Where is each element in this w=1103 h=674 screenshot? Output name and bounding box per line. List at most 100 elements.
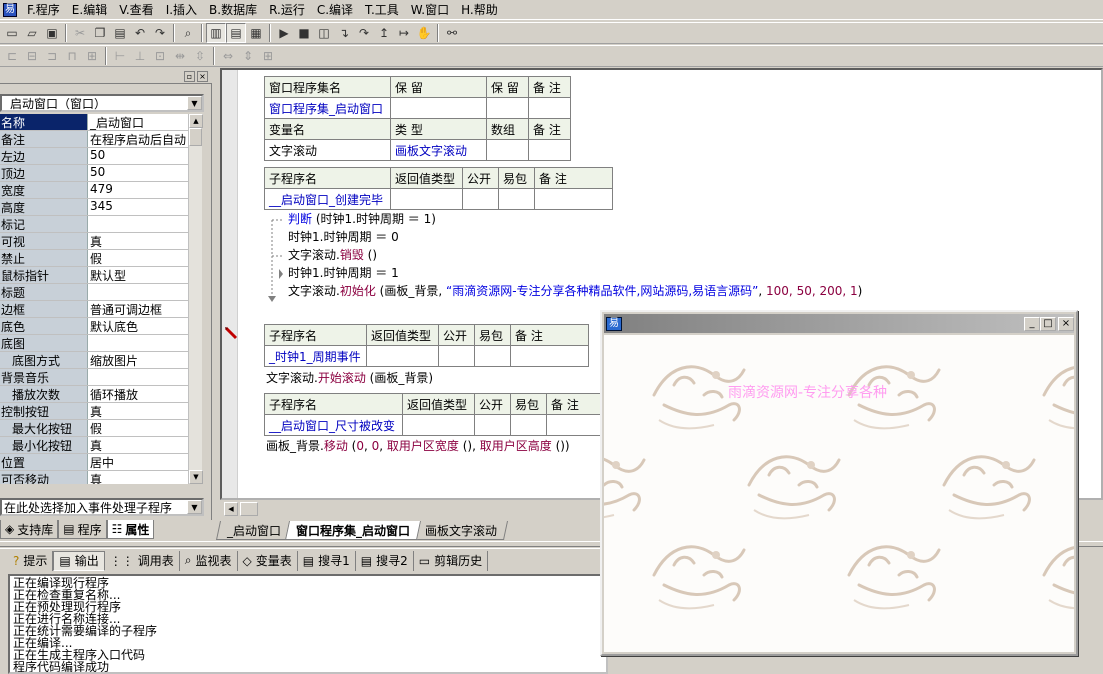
output-log[interactable]: 正在编译现行程序 正在检查重复名称... 正在预处理现行程序 正在进行名称连接... 正… <box>8 574 608 674</box>
property-row[interactable]: 可否移动真 <box>0 471 202 484</box>
menu-window[interactable]: W.窗口 <box>405 1 455 19</box>
subroutine-name-cell[interactable]: __启动窗口_尺寸被改变 <box>264 414 403 436</box>
property-row[interactable]: 底色 默认底色 <box>0 318 202 335</box>
same-size-icon[interactable]: ⊡ <box>150 46 170 66</box>
tab-output[interactable]: ▤ 输出 <box>53 550 105 571</box>
menu-view[interactable]: V.查看 <box>113 1 159 19</box>
property-row[interactable]: 标题 <box>0 284 202 301</box>
tab-canvas-scroll[interactable]: 画板文字滚动 <box>414 521 509 540</box>
align-center-icon[interactable]: ⊟ <box>22 46 42 66</box>
hand-icon[interactable]: ✋ <box>414 23 434 43</box>
property-row[interactable]: 控制按钮真 <box>0 403 202 420</box>
tab-startup-window[interactable]: _启动窗口 <box>215 521 293 540</box>
table-cell[interactable] <box>474 345 511 367</box>
maximize-icon[interactable]: □ <box>1040 317 1056 331</box>
code-line[interactable]: 判断 (时钟1.时钟周期 ＝ 1) <box>288 211 436 228</box>
align-middle-icon[interactable]: ⊞ <box>82 46 102 66</box>
align-left-icon[interactable]: ⊏ <box>2 46 22 66</box>
layout-left-icon[interactable]: ▥ <box>206 23 226 43</box>
tab-search1[interactable]: ▤ 搜寻1 <box>298 550 356 571</box>
same-width-icon[interactable]: ⊢ <box>110 46 130 66</box>
property-value[interactable]: 默认底色 <box>88 318 202 334</box>
property-value[interactable]: 在程序启动后自动 <box>88 131 202 147</box>
align-right-icon[interactable]: ⊐ <box>42 46 62 66</box>
layout-top-icon[interactable]: ▤ <box>226 23 246 43</box>
property-row[interactable]: 底图方式 缩放图片 <box>0 352 202 369</box>
code-line[interactable]: 文字滚动.开始滚动 (画板_背景) <box>266 370 433 387</box>
property-value[interactable]: 居中 <box>88 454 202 470</box>
property-value[interactable]: 默认型 <box>88 267 202 283</box>
same-height-icon[interactable]: ⊥ <box>130 46 150 66</box>
property-value[interactable]: 真 <box>88 471 202 484</box>
property-value[interactable]: 缩放图片 <box>88 352 202 368</box>
property-value[interactable] <box>88 335 202 351</box>
menu-run[interactable]: R.运行 <box>263 1 311 19</box>
table-cell[interactable] <box>510 345 589 367</box>
property-row[interactable]: 宽度 479 <box>0 182 202 199</box>
subroutine-name-cell[interactable]: __启动窗口_创建完毕 <box>264 188 391 210</box>
property-row[interactable]: 标记 <box>0 216 202 233</box>
property-row[interactable]: 位置 居中 <box>0 454 202 471</box>
step-over-icon[interactable]: ↷ <box>354 23 374 43</box>
hspace-icon[interactable]: ⇹ <box>170 46 190 66</box>
menu-program[interactable]: F.程序 <box>21 1 66 19</box>
property-row[interactable]: 边框 普通可调边框 <box>0 301 202 318</box>
table-cell[interactable] <box>528 97 571 119</box>
property-value[interactable] <box>88 216 202 232</box>
property-row[interactable]: 名称 _启动窗口 <box>0 114 202 131</box>
step-icon[interactable]: ◫ <box>314 23 334 43</box>
subroutine-name-cell[interactable]: _时钟1_周期事件 <box>264 345 367 367</box>
binoculars-icon[interactable]: ⚯ <box>442 23 462 43</box>
menu-database[interactable]: B.数据库 <box>203 1 263 19</box>
property-row[interactable]: 底图 <box>0 335 202 352</box>
property-row[interactable]: 左边 50 <box>0 148 202 165</box>
property-row[interactable]: 备注 在程序启动后自动 <box>0 131 202 148</box>
object-selector[interactable]: _启动窗口（窗口） ▼ <box>0 94 204 112</box>
variable-name-cell[interactable]: 文字滚动 <box>264 139 391 161</box>
background-canvas[interactable]: 雨滴资源网-专注分享各种 <box>604 335 1074 652</box>
app-icon[interactable]: 易 <box>3 2 17 17</box>
copy-icon[interactable]: ❐ <box>90 23 110 43</box>
property-row[interactable]: 顶边 50 <box>0 165 202 182</box>
grid-icon[interactable]: ⊞ <box>258 46 278 66</box>
property-row[interactable]: 播放次数 循环播放 <box>0 386 202 403</box>
event-selector[interactable]: 在此处选择加入事件处理子程序 ▼ <box>0 498 204 516</box>
property-value[interactable]: 循环播放 <box>88 386 202 402</box>
property-value[interactable]: 50 <box>88 148 202 164</box>
menu-edit[interactable]: E.编辑 <box>66 1 113 19</box>
code-line[interactable]: 文字滚动.销毁 () <box>288 247 377 264</box>
chevron-down-icon[interactable]: ▼ <box>187 500 202 514</box>
running-app-window[interactable]: 易 _ □ × 雨滴资源网-专注分享各种 <box>600 310 1078 656</box>
property-value[interactable]: 真 <box>88 233 202 249</box>
property-value[interactable] <box>88 284 202 300</box>
property-value[interactable]: 假 <box>88 250 202 266</box>
menu-compile[interactable]: C.编译 <box>311 1 359 19</box>
redo-icon[interactable]: ↷ <box>150 23 170 43</box>
menu-help[interactable]: H.帮助 <box>455 1 504 19</box>
table-cell[interactable] <box>366 345 439 367</box>
scroll-left-icon[interactable]: ◀ <box>224 502 238 516</box>
table-cell[interactable] <box>390 188 463 210</box>
undo-icon[interactable]: ↶ <box>130 23 150 43</box>
table-cell[interactable] <box>474 414 511 436</box>
panel-close-icon[interactable]: × <box>197 71 208 82</box>
property-scrollbar[interactable]: ▲ ▼ <box>188 114 203 484</box>
property-row[interactable]: 最大化按钮假 <box>0 420 202 437</box>
scroll-up-icon[interactable]: ▲ <box>189 114 203 128</box>
table-cell[interactable] <box>486 97 529 119</box>
property-row[interactable]: 高度 345 <box>0 199 202 216</box>
code-line[interactable]: 时钟1.时钟周期 ＝ 0 <box>288 229 399 246</box>
property-row[interactable]: 禁止假 <box>0 250 202 267</box>
property-value[interactable]: 普通可调边框 <box>88 301 202 317</box>
paste-icon[interactable]: ▤ <box>110 23 130 43</box>
chevron-down-icon[interactable]: ▼ <box>187 96 202 110</box>
step-out-icon[interactable]: ↥ <box>374 23 394 43</box>
window-titlebar[interactable]: 易 _ □ × <box>604 314 1074 333</box>
align-top-icon[interactable]: ⊓ <box>62 46 82 66</box>
property-row[interactable]: 最小化按钮真 <box>0 437 202 454</box>
save-icon[interactable]: ▣ <box>42 23 62 43</box>
variable-type-cell[interactable]: 画板文字滚动 <box>390 139 487 161</box>
table-cell[interactable] <box>390 97 487 119</box>
table-cell[interactable] <box>528 139 571 161</box>
table-cell[interactable] <box>510 414 547 436</box>
